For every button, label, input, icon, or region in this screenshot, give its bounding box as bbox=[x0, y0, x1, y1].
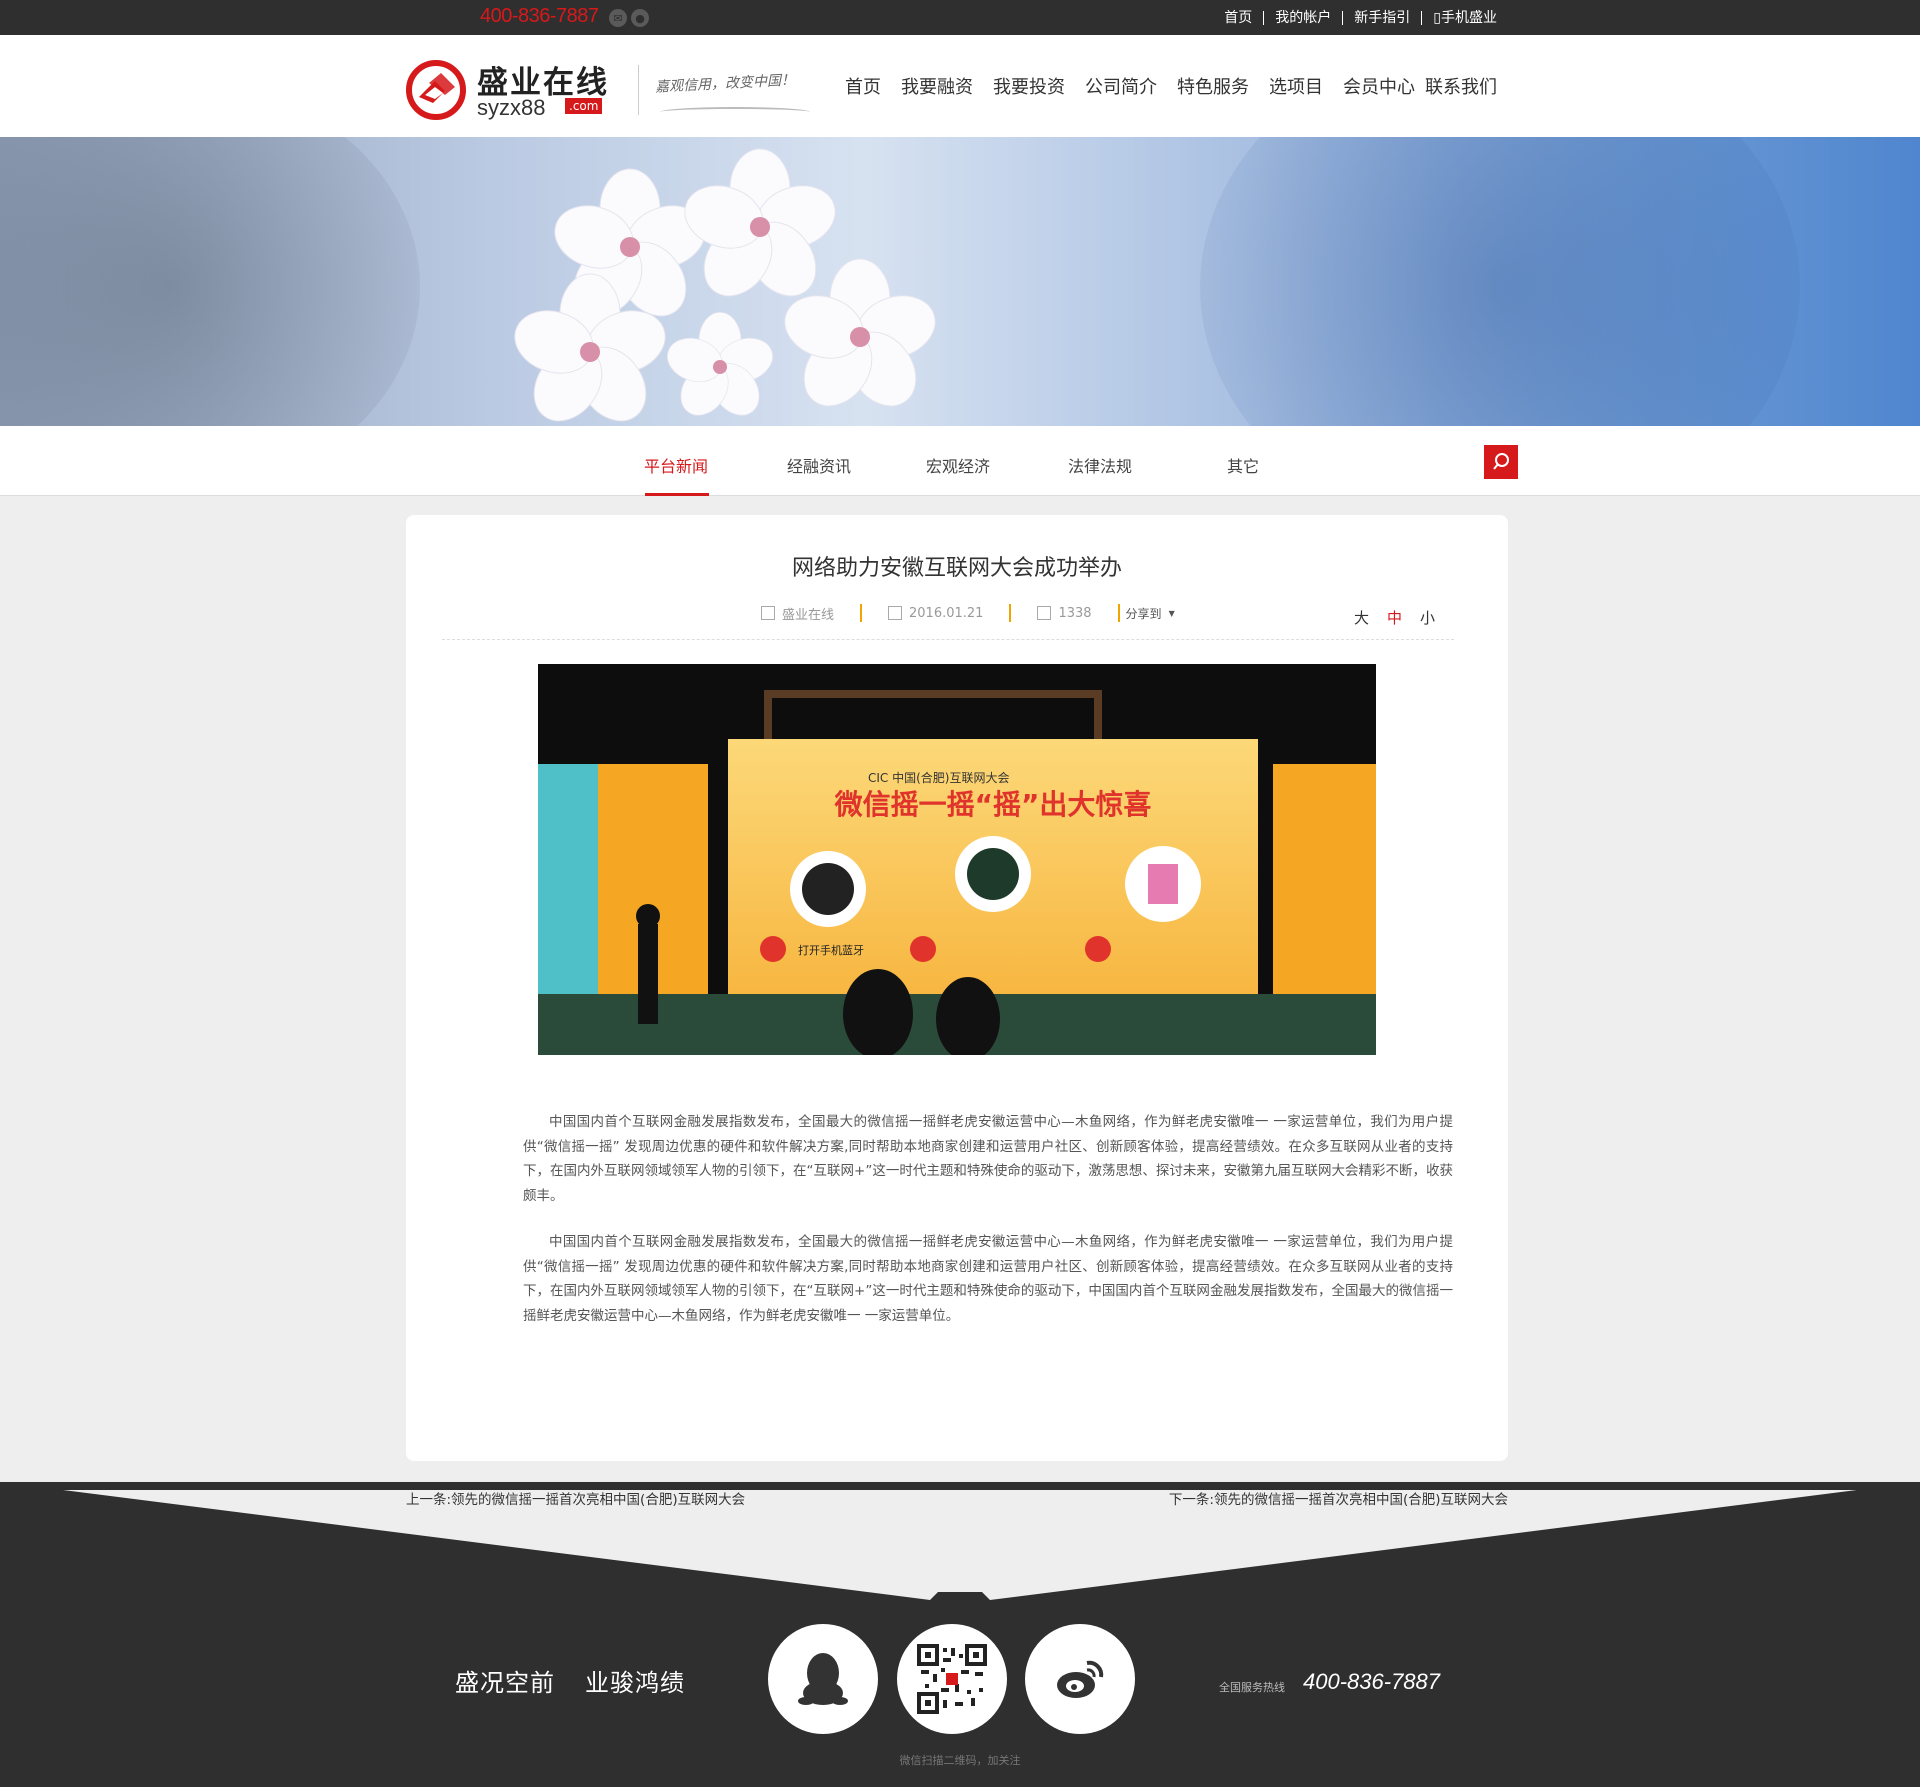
weibo-button[interactable] bbox=[1025, 1624, 1135, 1734]
nav-member[interactable]: 会员中心 bbox=[1343, 73, 1415, 99]
qq-button[interactable] bbox=[768, 1624, 878, 1734]
nav-projects[interactable]: 选项目 bbox=[1269, 73, 1323, 99]
prev-article-link[interactable]: 上一条:领先的微信摇一摇首次亮相中国(合肥)互联网大会 bbox=[406, 1488, 745, 1508]
wechat-tip: 微信扫描二维码，加关注 bbox=[899, 1754, 1021, 1767]
qrcode-icon bbox=[917, 1644, 987, 1714]
article-paragraph: 中国国内首个互联网金融发展指数发布，全国最大的微信摇一摇鲜老虎安徽运营中心—木鱼… bbox=[523, 1234, 1453, 1324]
top-icons: ✉ ● bbox=[609, 9, 649, 27]
article-title: 网络助力安徽互联网大会成功举办 bbox=[791, 556, 1122, 581]
nav-services[interactable]: 特色服务 bbox=[1177, 73, 1249, 99]
top-link-mobile[interactable]: ▯手机盛业 bbox=[1421, 9, 1508, 26]
font-size-large[interactable]: 大 bbox=[1354, 607, 1369, 628]
article-views: 1338 bbox=[1058, 605, 1092, 621]
mobile-icon: ▯ bbox=[1433, 9, 1441, 26]
nav-about[interactable]: 公司简介 bbox=[1085, 73, 1157, 99]
article-date: 2016.01.21 bbox=[909, 605, 984, 621]
book-icon bbox=[1037, 606, 1052, 620]
cherry-blossom-image bbox=[514, 148, 936, 422]
tab-laws[interactable]: 法律法规 bbox=[1068, 453, 1132, 477]
font-size-small[interactable]: 小 bbox=[1420, 607, 1435, 628]
top-phone-number: 400-836-7887 bbox=[480, 5, 599, 27]
nav-home[interactable]: 首页 bbox=[845, 73, 881, 99]
stage-photo-graphic: 微信摇一摇“摇”出大惊喜 CIC 中国(合肥)互联网大会 打开手机蓝牙 bbox=[538, 664, 1376, 1055]
article-card: 网络助力安徽互联网大会成功举办 盛业在线 2016.01.21 1338 分享到… bbox=[406, 515, 1508, 1461]
top-link-home[interactable]: 首页 bbox=[1213, 11, 1263, 25]
search-icon bbox=[1493, 453, 1509, 470]
hero-banner bbox=[0, 137, 1920, 426]
top-links: 首页 我的帐户 新手指引 ▯手机盛业 bbox=[1213, 0, 1508, 35]
logo-slogan: 嘉观信用，改变中国！ bbox=[654, 72, 796, 96]
photo-step-1: 打开手机蓝牙 bbox=[798, 943, 864, 957]
source-icon bbox=[761, 606, 775, 620]
footer-slogan-1: 盛况空前 bbox=[455, 1669, 555, 1697]
footer-slogan: 盛况空前 业骏鸿绩 bbox=[455, 1663, 685, 1698]
weibo-icon[interactable]: ● bbox=[631, 9, 649, 27]
wechat-qrcode[interactable] bbox=[897, 1624, 1007, 1734]
nav-invest[interactable]: 我要投资 bbox=[993, 73, 1065, 99]
caret-down-icon: ▼ bbox=[1168, 608, 1175, 618]
logo-mark-icon bbox=[406, 60, 466, 120]
tab-macro-economy[interactable]: 宏观经济 bbox=[926, 453, 990, 477]
next-article-link[interactable]: 下一条:领先的微信摇一摇首次亮相中国(合肥)互联网大会 bbox=[1169, 1488, 1508, 1508]
slogan-swoosh bbox=[660, 107, 810, 117]
share-dropdown[interactable]: 分享到 ▼ bbox=[1126, 605, 1175, 622]
photo-header-text: CIC 中国(合肥)互联网大会 bbox=[868, 770, 1009, 785]
article-meta: 盛业在线 2016.01.21 1338 分享到 ▼ bbox=[761, 603, 1175, 623]
logo-separator bbox=[638, 65, 639, 115]
article-source: 盛业在线 bbox=[782, 607, 835, 623]
meta-separator bbox=[1009, 604, 1012, 622]
top-bar: 400-836-7887 ✉ ● 首页 我的帐户 新手指引 ▯手机盛业 bbox=[0, 0, 1920, 35]
tab-other[interactable]: 其它 bbox=[1227, 453, 1259, 477]
logo-domain-suffix: .com bbox=[565, 98, 603, 114]
article-photo: 微信摇一摇“摇”出大惊喜 CIC 中国(合肥)互联网大会 打开手机蓝牙 bbox=[538, 664, 1376, 1055]
main-nav: 首页 我要融资 我要投资 公司简介 特色服务 选项目 会员中心 联系我们 bbox=[845, 35, 1517, 137]
font-size-switcher: 大 中 小 bbox=[1354, 607, 1435, 628]
share-label: 分享到 bbox=[1125, 606, 1162, 621]
footer-slogan-2: 业骏鸿绩 bbox=[585, 1669, 685, 1697]
qq-icon bbox=[798, 1653, 848, 1705]
meta-divider bbox=[442, 639, 1454, 640]
top-link-guide[interactable]: 新手指引 bbox=[1342, 10, 1421, 25]
search-button[interactable] bbox=[1484, 445, 1518, 479]
calendar-icon bbox=[888, 606, 903, 620]
meta-separator bbox=[860, 604, 863, 622]
weibo-icon bbox=[1057, 1660, 1104, 1698]
nav-contact[interactable]: 联系我们 bbox=[1425, 73, 1497, 99]
site-logo[interactable]: 盛业在线 syzx88 .com bbox=[405, 55, 625, 120]
wechat-icon[interactable]: ✉ bbox=[609, 9, 627, 27]
hotline-label: 全国服务热线 bbox=[1219, 1681, 1285, 1694]
top-link-mobile-label: 手机盛业 bbox=[1441, 9, 1497, 26]
article-paragraph: 中国国内首个互联网金融发展指数发布，全国最大的微信摇一摇鲜老虎安徽运营中心—木鱼… bbox=[523, 1114, 1453, 1204]
nav-financing[interactable]: 我要融资 bbox=[901, 73, 973, 99]
top-link-account[interactable]: 我的帐户 bbox=[1263, 10, 1342, 25]
hotline-number: 400-836-7887 bbox=[1303, 1669, 1441, 1694]
tab-platform-news[interactable]: 平台新闻 bbox=[644, 453, 708, 477]
tab-finance-info[interactable]: 经融资讯 bbox=[787, 453, 851, 477]
active-tab-underline bbox=[645, 493, 709, 496]
photo-headline: 微信摇一摇“摇”出大惊喜 bbox=[834, 788, 1152, 821]
category-tabs: 平台新闻 经融资讯 宏观经济 法律法规 其它 bbox=[0, 426, 1920, 496]
logo-en-text: syzx88 bbox=[477, 95, 546, 120]
meta-separator bbox=[1117, 604, 1120, 622]
font-size-medium[interactable]: 中 bbox=[1387, 607, 1402, 628]
